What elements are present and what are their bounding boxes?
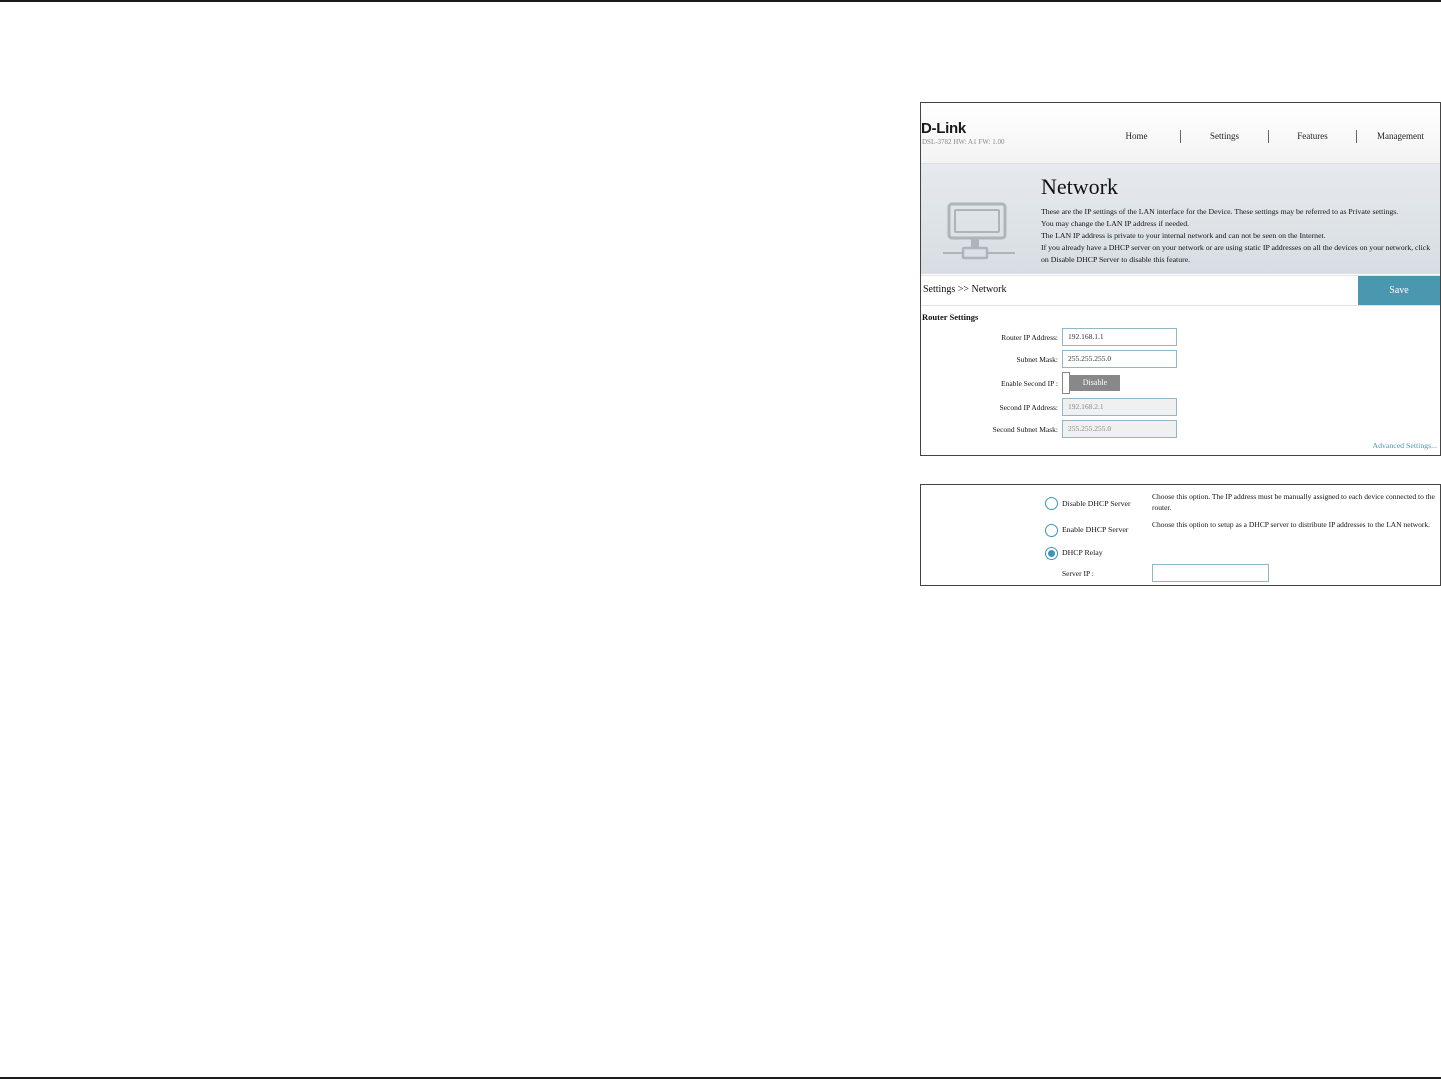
server-ip-label: Server IP : bbox=[1062, 569, 1094, 578]
save-button[interactable]: Save bbox=[1358, 276, 1440, 305]
nav-features[interactable]: Features bbox=[1269, 130, 1357, 143]
page-hero: Network These are the IP settings of the… bbox=[921, 164, 1440, 274]
subnet-mask-label: Subnet Mask: bbox=[1016, 355, 1058, 364]
breadcrumb: Settings >> Network bbox=[923, 284, 1007, 295]
breadcrumb-bar: Settings >> Network Save bbox=[921, 275, 1440, 306]
main-nav: Home Settings Features Management bbox=[1093, 130, 1440, 143]
page-title: Network bbox=[1041, 174, 1118, 199]
description-line: The LAN IP address is private to your in… bbox=[1041, 231, 1326, 240]
dhcp-relay-radio[interactable] bbox=[1045, 547, 1058, 560]
model-info: DSL-3782 HW: A1 FW: 1.00 bbox=[922, 138, 1005, 146]
second-ip-toggle-handle[interactable] bbox=[1062, 372, 1070, 394]
router-ip-label: Router IP Address: bbox=[1001, 333, 1058, 342]
dhcp-relay-label: DHCP Relay bbox=[1062, 548, 1103, 557]
page-description: These are the IP settings of the LAN int… bbox=[1041, 206, 1437, 266]
disable-dhcp-radio[interactable] bbox=[1045, 497, 1058, 510]
nav-settings[interactable]: Settings bbox=[1181, 130, 1269, 143]
page-top-rule bbox=[0, 0, 1441, 2]
nav-home[interactable]: Home bbox=[1093, 130, 1181, 143]
description-line: You may change the LAN IP address if nee… bbox=[1041, 219, 1190, 228]
router-settings-heading: Router Settings bbox=[922, 312, 979, 322]
radio-selected-dot bbox=[1048, 550, 1055, 557]
enable-second-ip-label: Enable Second IP : bbox=[1000, 379, 1058, 388]
server-ip-input[interactable] bbox=[1152, 564, 1269, 582]
description-line: These are the IP settings of the LAN int… bbox=[1041, 207, 1399, 216]
nav-management[interactable]: Management bbox=[1357, 130, 1440, 143]
header-bar: D-Link DSL-3782 HW: A1 FW: 1.00 Home Set… bbox=[921, 103, 1440, 164]
enable-dhcp-label: Enable DHCP Server bbox=[1062, 525, 1129, 534]
subnet-mask-input[interactable]: 255.255.255.0 bbox=[1062, 350, 1177, 368]
second-mask-label: Second Subnet Mask: bbox=[992, 425, 1058, 434]
second-ip-label: Second IP Address: bbox=[999, 403, 1058, 412]
advanced-settings-link[interactable]: Advanced Settings... bbox=[1372, 441, 1437, 450]
description-line: If you already have a DHCP server on you… bbox=[1041, 243, 1431, 264]
router-ip-input[interactable]: 192.168.1.1 bbox=[1062, 328, 1177, 346]
page-bottom-rule bbox=[0, 1077, 1441, 1079]
dlink-logo: D-Link bbox=[921, 120, 966, 137]
second-ip-input[interactable]: 192.168.2.1 bbox=[1062, 398, 1177, 416]
disable-dhcp-description: Choose this option. The IP address must … bbox=[1152, 492, 1435, 512]
network-settings-screenshot: D-Link DSL-3782 HW: A1 FW: 1.00 Home Set… bbox=[920, 102, 1441, 456]
second-mask-input[interactable]: 255.255.255.0 bbox=[1062, 420, 1177, 438]
enable-dhcp-description: Choose this option to setup as a DHCP se… bbox=[1152, 520, 1430, 529]
second-ip-toggle[interactable]: Disable bbox=[1070, 375, 1120, 391]
network-computer-icon bbox=[943, 202, 1015, 260]
dhcp-settings-screenshot: Disable DHCP Server Choose this option. … bbox=[920, 484, 1441, 586]
disable-dhcp-label: Disable DHCP Server bbox=[1062, 499, 1131, 508]
enable-dhcp-radio[interactable] bbox=[1045, 524, 1058, 537]
